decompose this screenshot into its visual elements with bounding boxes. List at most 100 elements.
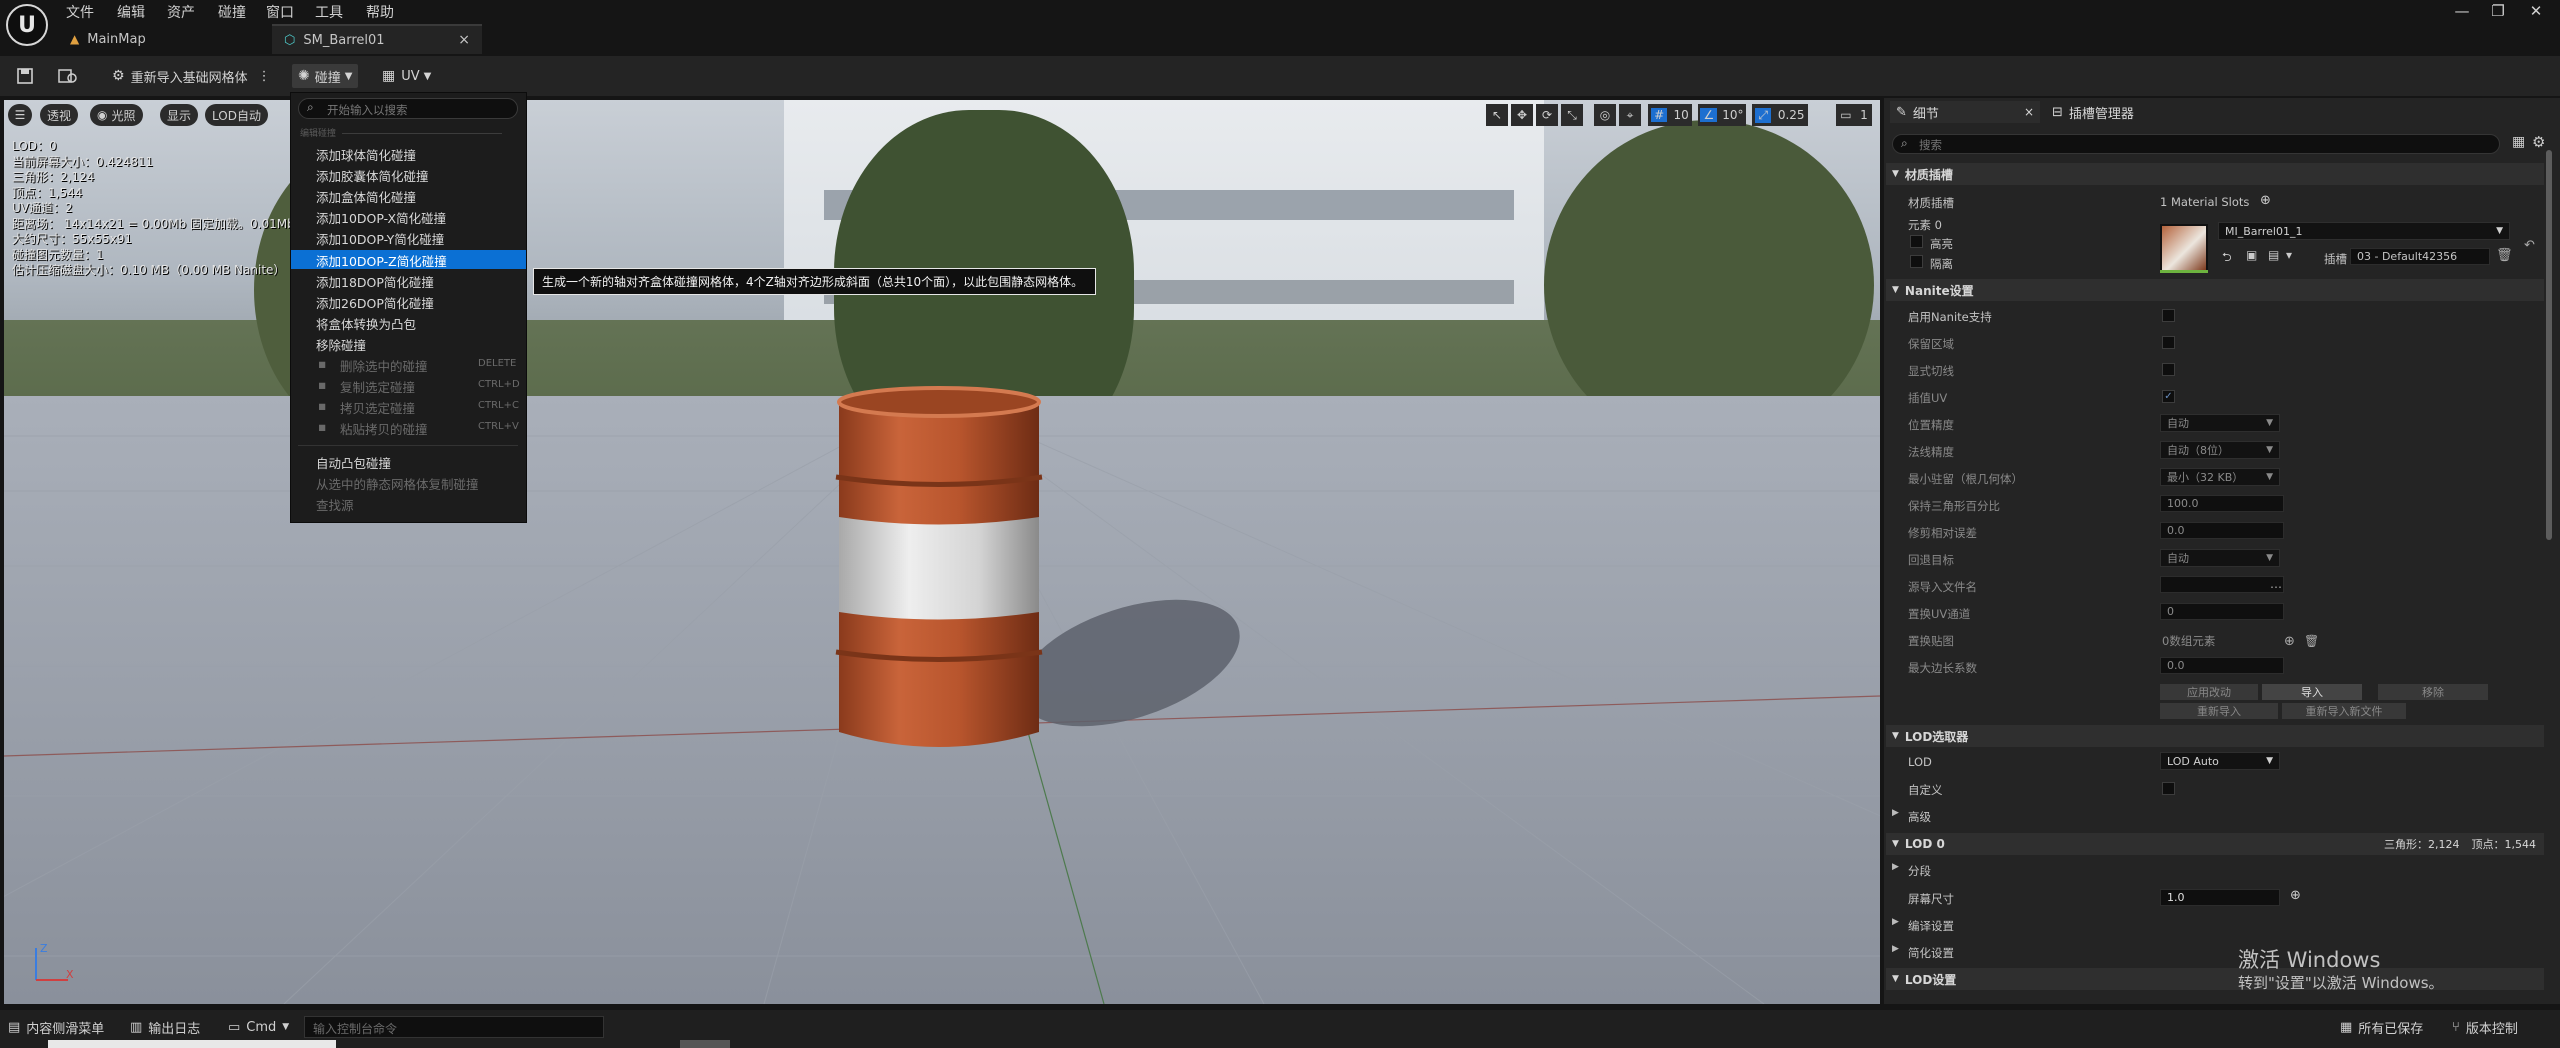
chevron-right-icon[interactable]: ▶: [1892, 862, 1899, 872]
nanite-checkbox[interactable]: ✓: [2162, 390, 2175, 403]
add-element-icon[interactable]: ⊕: [2284, 634, 2295, 649]
menu-item-remove-collision[interactable]: 移除碰撞: [316, 335, 366, 354]
unreal-logo-icon[interactable]: U: [6, 4, 48, 46]
section-lod-picker[interactable]: ▼ LOD选取器: [1886, 725, 2544, 747]
uv-menu-button[interactable]: ▦ UV ▼: [382, 64, 431, 88]
show-button[interactable]: 显示: [160, 104, 199, 126]
menu-item-add-sphere[interactable]: 添加球体简化碰撞: [316, 145, 416, 164]
minimize-icon[interactable]: —: [2442, 0, 2482, 22]
restore-icon[interactable]: ❐: [2478, 0, 2518, 22]
reduction-settings-label[interactable]: 简化设置: [1908, 945, 1954, 961]
chevron-right-icon[interactable]: ▶: [1892, 917, 1899, 927]
menu-window[interactable]: 窗口: [266, 2, 294, 22]
close-tab-icon[interactable]: ×: [2024, 105, 2034, 119]
menu-item-add-26dop[interactable]: 添加26DOP简化碰撞: [316, 293, 434, 312]
remove-button[interactable]: 移除: [2378, 684, 2488, 700]
nanite-select[interactable]: 自动（8位） ▼: [2160, 441, 2280, 459]
menu-item-add-18dop[interactable]: 添加18DOP简化碰撞: [316, 272, 434, 291]
browse-icon[interactable]: [58, 64, 78, 88]
console-input[interactable]: 输入控制台命令: [304, 1016, 604, 1038]
lod-auto-button[interactable]: LOD自动: [205, 104, 268, 126]
apply-changes-button[interactable]: 应用改动: [2160, 684, 2258, 700]
reimport-button[interactable]: ⚙ 重新导入基础网格体 ⋮: [112, 64, 271, 88]
menu-item-auto-convex[interactable]: 自动凸包碰撞: [316, 453, 391, 472]
isolate-checkbox[interactable]: [1910, 255, 1923, 268]
menu-tools[interactable]: 工具: [315, 2, 343, 22]
nanite-field[interactable]: 100.0: [2160, 495, 2284, 512]
nanite-checkbox[interactable]: [2162, 336, 2175, 349]
chevron-right-icon[interactable]: ▶: [1892, 808, 1899, 818]
table-view-icon[interactable]: ▦: [2512, 134, 2525, 150]
advanced-label[interactable]: 高级: [1908, 809, 1931, 825]
details-scrollbar[interactable]: [2546, 150, 2552, 540]
nanite-checkbox[interactable]: [2162, 309, 2175, 322]
use-selected-icon[interactable]: ⮌: [2222, 248, 2232, 269]
menu-item-add-10dop-x[interactable]: 添加10DOP-X简化碰撞: [316, 208, 446, 227]
camera-speed-button[interactable]: ▭ 1: [1836, 104, 1872, 126]
menu-asset[interactable]: 资产: [167, 2, 195, 22]
menu-item-convert-box-to-convex[interactable]: 将盒体转换为凸包: [316, 314, 416, 333]
trash-icon[interactable]: 🗑: [2496, 248, 2513, 263]
nanite-field[interactable]: 0: [2160, 603, 2284, 620]
nanite-checkbox[interactable]: [2162, 363, 2175, 376]
menu-item-add-10dop-z[interactable]: 添加10DOP-Z简化碰撞: [316, 251, 447, 270]
material-select[interactable]: MI_Barrel01_1 ▼: [2218, 222, 2510, 240]
menu-item-add-capsule[interactable]: 添加胶囊体简化碰撞: [316, 166, 429, 185]
rotate-icon[interactable]: ⟳: [1536, 104, 1558, 126]
menu-item-add-box[interactable]: 添加盒体简化碰撞: [316, 187, 416, 206]
grid-snap-toggle[interactable]: #10: [1648, 104, 1692, 126]
viewport-menu-icon[interactable]: ☰: [8, 104, 32, 126]
sections-label[interactable]: 分段: [1908, 863, 1931, 879]
lighting-button[interactable]: ◉ 光照: [90, 104, 143, 126]
material-options-icon[interactable]: ▤: [2268, 248, 2279, 262]
lod-select[interactable]: LOD Auto ▼: [2160, 752, 2280, 770]
tab-mainmap[interactable]: ▲ MainMap: [70, 24, 270, 54]
select-mode-icon[interactable]: ↖: [1486, 104, 1508, 126]
section-nanite-settings[interactable]: ▼ Nanite设置: [1886, 279, 2544, 301]
menu-file[interactable]: 文件: [66, 2, 94, 22]
browse-file-icon[interactable]: ⋯: [2270, 580, 2282, 594]
chevron-right-icon[interactable]: ▶: [1892, 944, 1899, 954]
material-thumbnail[interactable]: [2160, 224, 2208, 272]
add-slot-icon[interactable]: ⊕: [2260, 193, 2271, 208]
barrel-mesh[interactable]: [834, 382, 1044, 752]
close-window-icon[interactable]: ✕: [2516, 0, 2556, 22]
nanite-field[interactable]: 0.0: [2160, 522, 2284, 539]
trash-icon[interactable]: 🗑: [2304, 634, 2319, 648]
build-settings-label[interactable]: 编译设置: [1908, 918, 1954, 934]
import-button[interactable]: 导入: [2262, 684, 2362, 700]
menu-collision[interactable]: 碰撞: [218, 2, 246, 22]
output-log-button[interactable]: ▥ 输出日志: [130, 1016, 200, 1038]
reset-arrow-icon[interactable]: ↶: [2524, 238, 2535, 253]
menu-help[interactable]: 帮助: [366, 2, 394, 22]
translate-icon[interactable]: ✥: [1511, 104, 1533, 126]
tab-socket-manager[interactable]: ⊟ 插槽管理器: [2052, 101, 2134, 123]
menu-item-add-10dop-y[interactable]: 添加10DOP-Y简化碰撞: [316, 229, 444, 248]
perspective-button[interactable]: 透视: [40, 104, 79, 126]
cmd-select[interactable]: ▭ Cmd ▼: [228, 1016, 289, 1038]
nanite-field[interactable]: 0.0: [2160, 657, 2284, 674]
close-tab-icon[interactable]: ×: [458, 32, 470, 48]
section-lod-settings[interactable]: ▼ LOD设置: [1886, 968, 2544, 990]
content-drawer-button[interactable]: ▤ 内容侧滑菜单: [8, 1016, 104, 1038]
chevron-down-icon[interactable]: ▾: [2286, 248, 2292, 262]
custom-checkbox[interactable]: [2162, 782, 2175, 795]
tab-sm-barrel01[interactable]: ⬡ SM_Barrel01 ×: [272, 24, 482, 54]
screen-size-field[interactable]: 1.0: [2160, 889, 2280, 906]
collision-menu-button[interactable]: ✺ 碰撞 ▼: [292, 64, 359, 88]
add-icon[interactable]: ⊕: [2290, 888, 2301, 903]
section-lod0[interactable]: ▼ LOD 0 三角形：2,124 顶点：1,544: [1886, 833, 2544, 855]
gear-icon[interactable]: ⚙: [2532, 133, 2545, 151]
highlight-checkbox[interactable]: [1910, 235, 1923, 248]
nanite-select[interactable]: 自动 ▼: [2160, 414, 2280, 432]
details-search-input[interactable]: ⌕ 搜索: [1892, 134, 2500, 154]
collision-search-input[interactable]: ⌕ 开始输入以搜索: [298, 98, 518, 119]
save-status[interactable]: ▦ 所有已保存: [2340, 1016, 2423, 1038]
world-space-icon[interactable]: ◎: [1594, 104, 1616, 126]
nanite-field[interactable]: [2160, 576, 2284, 593]
scale-snap-toggle[interactable]: ⤢ 0.25: [1752, 104, 1808, 126]
browse-folder-icon[interactable]: ▣: [2246, 248, 2257, 262]
nanite-select[interactable]: 最小（32 KB） ▼: [2160, 468, 2280, 486]
slot-name-field[interactable]: 03 - Default42356: [2350, 248, 2490, 265]
section-material-slots[interactable]: ▼ 材质插槽: [1886, 163, 2544, 185]
